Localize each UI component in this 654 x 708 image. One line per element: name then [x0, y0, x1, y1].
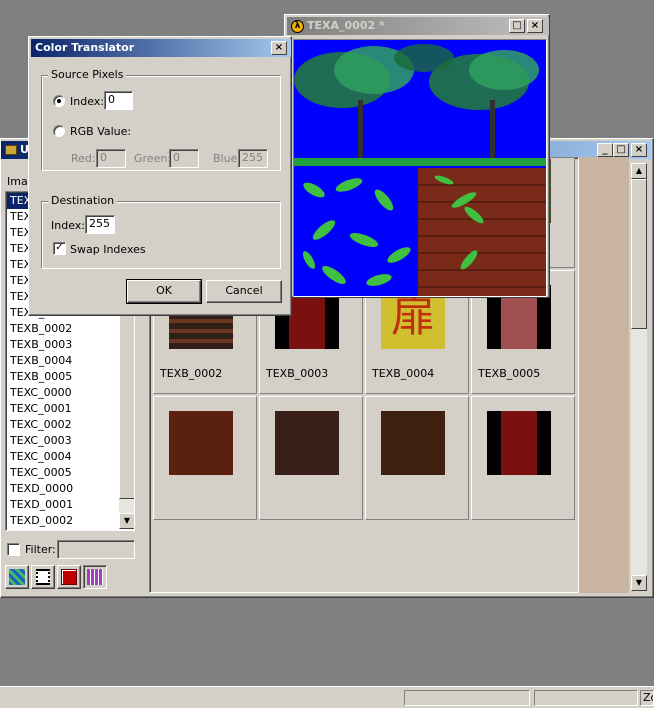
tex-close-button[interactable]: ×: [527, 19, 543, 33]
filter-checkbox[interactable]: [7, 543, 20, 556]
list-item[interactable]: TEXB_0005: [7, 369, 119, 385]
list-item[interactable]: TEXD_0002: [7, 513, 119, 529]
blue-input[interactable]: 255: [238, 149, 268, 168]
blue-label: Blue:: [213, 152, 242, 165]
texture-canvas[interactable]: [293, 39, 547, 297]
green-input[interactable]: 0: [169, 149, 199, 168]
ok-button[interactable]: OK: [126, 279, 202, 304]
tile-view-button[interactable]: [5, 565, 29, 589]
rgb-radio-label: RGB Value:: [70, 125, 132, 138]
list-item[interactable]: TEXC_0000: [7, 385, 119, 401]
texture-thumbnail[interactable]: [259, 396, 363, 520]
film-view-button[interactable]: [31, 565, 55, 589]
texture-thumbnail[interactable]: [365, 396, 469, 520]
list-item[interactable]: TEXD_0000: [7, 481, 119, 497]
filter-label: Filter:: [25, 543, 56, 556]
swap-indexes-checkbox[interactable]: ✓: [53, 242, 66, 255]
film-icon: [36, 569, 50, 585]
destination-group: Destination: [41, 194, 281, 269]
status-panel-2: [534, 690, 638, 706]
list-item[interactable]: TEXC_0002: [7, 417, 119, 433]
thumbnail-label: TEXB_0003: [266, 367, 329, 380]
filter-input[interactable]: [57, 540, 135, 559]
texture-preview: [381, 411, 445, 475]
grid-purple-button[interactable]: [83, 565, 107, 589]
list-item[interactable]: TEXB_0002: [7, 321, 119, 337]
texture-title: TEXA_0002 *: [307, 19, 385, 32]
green-label: Green:: [134, 152, 172, 165]
list-item[interactable]: TEXC_0003: [7, 433, 119, 449]
grid-icon: [61, 569, 77, 585]
scroll-down-button[interactable]: ▼: [119, 513, 134, 529]
dest-index-label: Index:: [51, 219, 85, 232]
tile-icon: [9, 569, 25, 585]
grid-scroll-down[interactable]: ▼: [631, 575, 647, 591]
app-icon: [5, 145, 17, 155]
dest-index-input[interactable]: 255: [85, 215, 115, 234]
list-item[interactable]: TEXC_0005: [7, 465, 119, 481]
thumbnail-label: TEXB_0002: [160, 367, 223, 380]
index-radio[interactable]: [53, 95, 65, 107]
list-item[interactable]: TEXC_0004: [7, 449, 119, 465]
thumbnail-label: TEXB_0005: [478, 367, 541, 380]
dialog-close-button[interactable]: ×: [271, 41, 287, 55]
thumbnail-label: TEXB_0004: [372, 367, 435, 380]
dialog-title: Color Translator: [35, 41, 135, 54]
color-translator-dialog: Color Translator × Source Pixels Index: …: [28, 36, 292, 316]
list-item[interactable]: TEXD_0003: [7, 529, 119, 530]
list-item[interactable]: TEXC_0001: [7, 401, 119, 417]
grid-scroll-thumb[interactable]: [631, 179, 647, 329]
list-item[interactable]: TEXB_0004: [7, 353, 119, 369]
side-panel: [579, 157, 629, 593]
list-item[interactable]: TEXB_0003: [7, 337, 119, 353]
tex-maximize-button[interactable]: □: [509, 19, 525, 33]
minimize-button[interactable]: _: [597, 143, 613, 157]
texture-thumbnail[interactable]: [471, 396, 575, 520]
texture-image: [294, 40, 546, 296]
grid-red-button[interactable]: [57, 565, 81, 589]
texture-preview: [169, 411, 233, 475]
red-input[interactable]: 0: [96, 149, 126, 168]
rgb-radio[interactable]: [53, 125, 65, 137]
zoom-status: Zo: [640, 690, 654, 706]
maximize-button[interactable]: □: [613, 143, 629, 157]
destination-label: Destination: [48, 194, 118, 207]
source-pixels-label: Source Pixels: [48, 68, 127, 81]
list-item[interactable]: TEXD_0001: [7, 497, 119, 513]
red-label: Red:: [71, 152, 96, 165]
status-bar: Zo: [0, 686, 654, 708]
source-index-input[interactable]: 0: [104, 91, 133, 110]
texture-preview: [487, 411, 551, 475]
cancel-button[interactable]: Cancel: [206, 280, 282, 303]
status-panel-1: [404, 690, 530, 706]
grid-scrollbar[interactable]: ▲ ▼: [631, 163, 647, 591]
swap-indexes-label: Swap Indexes: [70, 243, 146, 256]
halflife-icon: λ: [291, 19, 304, 33]
texture-window: λTEXA_0002 * _ × □: [284, 14, 550, 298]
grid-scroll-up[interactable]: ▲: [631, 163, 647, 179]
close-button[interactable]: ×: [631, 143, 647, 157]
index-radio-label: Index:: [70, 95, 104, 108]
palette-icon: [87, 569, 103, 585]
texture-preview: [275, 411, 339, 475]
dialog-titlebar[interactable]: Color Translator ×: [31, 39, 291, 57]
texture-thumbnail[interactable]: [153, 396, 257, 520]
